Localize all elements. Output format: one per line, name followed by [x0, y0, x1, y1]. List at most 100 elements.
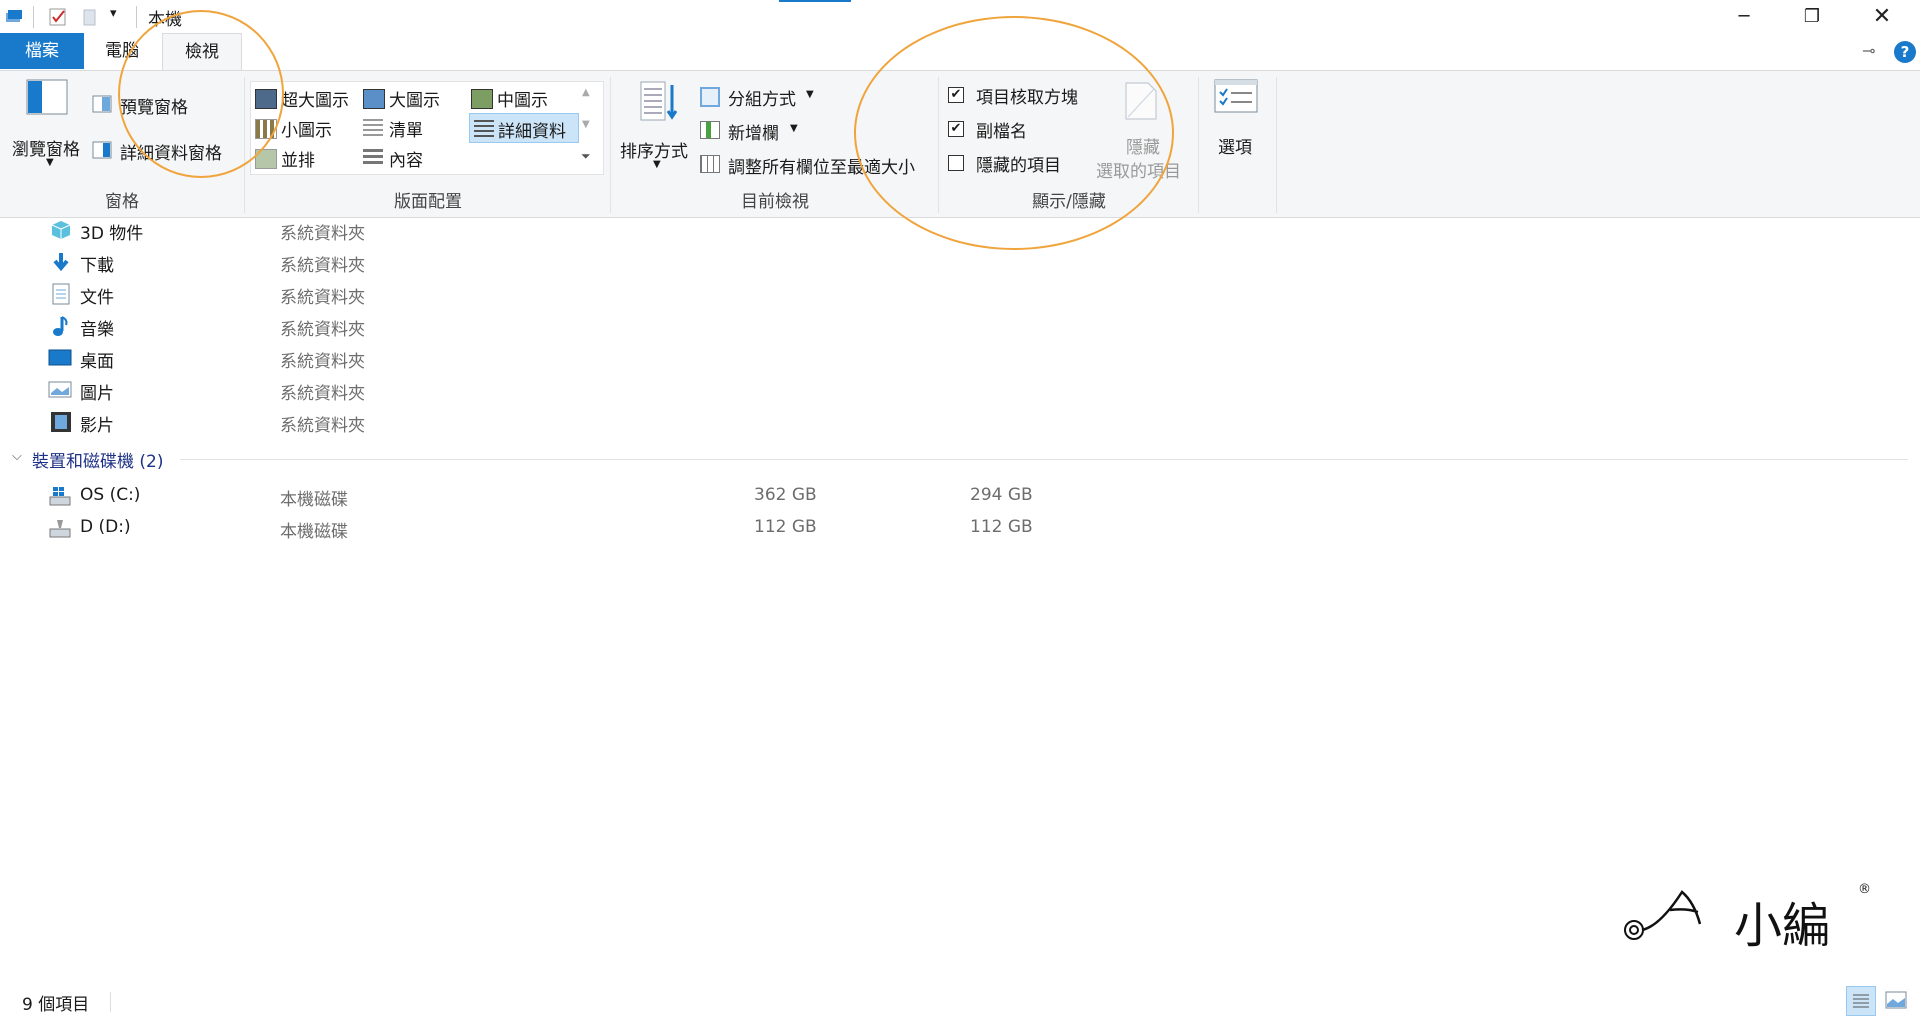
medium-icons-icon — [471, 89, 493, 109]
details-pane-button[interactable]: 詳細資料窗格 — [92, 137, 242, 164]
item-name: 圖片 — [80, 384, 114, 404]
details-view-icon — [1853, 994, 1869, 1008]
list-item-drive-d[interactable]: D (D:) 本機磁碟 112 GB 112 GB — [40, 515, 1040, 545]
layout-extra-large-icons[interactable]: 超大圖示 — [255, 86, 355, 111]
item-name: D (D:) — [80, 517, 131, 537]
tiles-label: 並排 — [281, 151, 315, 171]
hidden-items-checkbox[interactable] — [948, 155, 964, 171]
item-type: 系統資料夾 — [280, 320, 365, 340]
layout-gallery: 超大圖示 大圖示 中圖示 小圖示 清單 詳細資料 並排 內容 — [250, 81, 604, 175]
drive-total-size: 112 GB — [754, 517, 817, 537]
list-label: 清單 — [389, 121, 423, 141]
options-label: 選項 — [1218, 138, 1252, 158]
options-button[interactable]: 選項 — [1202, 77, 1272, 177]
chevron-down-icon: ▼ — [653, 159, 661, 170]
minimize-button[interactable]: ─ — [1714, 0, 1774, 33]
pictures-icon — [48, 381, 72, 398]
hard-drive-icon — [49, 520, 71, 538]
extra-large-icons-icon — [255, 89, 277, 109]
add-columns-label: 新增欄 — [728, 124, 779, 144]
size-columns-icon — [700, 155, 720, 173]
ribbon: 瀏覽窗格 ▼ 預覽窗格 詳細資料窗格 窗格 超大圖示 大圖示 中圖示 小圖示 清… — [0, 70, 1920, 218]
film-icon — [51, 412, 71, 432]
large-icons-view-icon — [1885, 991, 1907, 1009]
group-label-current-view: 目前檢視 — [741, 192, 809, 212]
restore-button[interactable]: ❐ — [1782, 0, 1842, 33]
item-type: 本機磁碟 — [280, 490, 348, 510]
group-separator — [938, 77, 939, 213]
group-separator — [610, 77, 611, 213]
list-item-pictures[interactable]: 圖片 系統資料夾 — [40, 377, 1040, 407]
size-columns-button[interactable]: 調整所有欄位至最適大小 — [700, 151, 934, 178]
new-folder-icon[interactable] — [80, 7, 100, 27]
group-by-label: 分組方式 — [728, 90, 796, 110]
add-columns-button[interactable]: 新增欄 ▼ — [700, 117, 820, 144]
item-checkboxes-checkbox[interactable]: ✔ — [948, 87, 964, 103]
chevron-down-icon: ▼ — [806, 89, 814, 100]
group-by-button[interactable]: 分組方式 ▼ — [700, 83, 820, 110]
hide-selected-items-button[interactable]: 隱藏 選取的項目 — [1094, 81, 1194, 182]
explorer-app-icon — [6, 10, 22, 22]
windows-drive-icon — [49, 487, 71, 506]
gallery-scroll-up-icon[interactable]: ▲ — [582, 87, 590, 98]
layout-content[interactable]: 內容 — [363, 146, 463, 171]
navigation-pane-icon — [26, 79, 68, 115]
registered-mark-icon: ® — [1858, 882, 1871, 897]
layout-small-icons[interactable]: 小圖示 — [255, 116, 355, 141]
list-item-downloads[interactable]: 下載 系統資料夾 — [40, 249, 1040, 279]
close-button[interactable]: ✕ — [1852, 0, 1912, 33]
list-item-desktop[interactable]: 桌面 系統資料夾 — [40, 345, 1040, 375]
list-item-3d-objects[interactable]: 3D 物件 系統資料夾 — [40, 217, 1040, 247]
hide-selected-label-1: 隱藏 — [1126, 138, 1160, 158]
extra-large-icons-label: 超大圖示 — [281, 91, 349, 111]
item-name: 3D 物件 — [80, 224, 144, 244]
layout-tiles[interactable]: 並排 — [255, 146, 355, 171]
status-item-count: 9 個項目 — [22, 995, 90, 1015]
large-icons-view-button[interactable] — [1882, 986, 1910, 1014]
title-bar: ▾ 本機 ─ ❐ ✕ — [0, 0, 1920, 33]
list-item-drive-c[interactable]: OS (C:) 本機磁碟 362 GB 294 GB — [40, 483, 1040, 513]
group-layout: 超大圖示 大圖示 中圖示 小圖示 清單 詳細資料 並排 內容 ▲ ▼ ⏷ 版面配… — [246, 71, 610, 217]
devices-group-header[interactable]: ⌵ 裝置和磁碟機 (2) — [8, 445, 1908, 475]
file-extensions-checkbox[interactable]: ✔ — [948, 121, 964, 137]
list-item-videos[interactable]: 影片 系統資料夾 — [40, 409, 1040, 439]
item-type: 系統資料夾 — [280, 288, 365, 308]
pin-ribbon-icon[interactable]: ⊸ — [1862, 41, 1875, 60]
document-icon — [52, 283, 70, 305]
layout-details[interactable]: 詳細資料 — [469, 113, 579, 143]
gallery-scroll-down-icon[interactable]: ▼ — [582, 119, 590, 130]
layout-list[interactable]: 清單 — [363, 116, 463, 141]
customize-toolbar-chevron-icon[interactable]: ▾ — [110, 6, 117, 21]
options-icon — [1214, 79, 1258, 113]
item-checkboxes-toggle[interactable]: ✔ 項目核取方塊 — [948, 83, 1088, 108]
large-icons-label: 大圖示 — [389, 91, 440, 111]
item-name: OS (C:) — [80, 485, 141, 505]
layout-large-icons[interactable]: 大圖示 — [363, 86, 463, 111]
group-by-icon — [700, 87, 720, 107]
list-item-music[interactable]: 音樂 系統資料夾 — [40, 313, 1040, 343]
drive-total-size: 362 GB — [754, 485, 817, 505]
group-label-show-hide: 顯示/隱藏 — [1032, 192, 1106, 212]
download-arrow-icon — [53, 253, 69, 272]
list-item-documents[interactable]: 文件 系統資料夾 — [40, 281, 1040, 311]
hidden-items-toggle[interactable]: 隱藏的項目 — [948, 151, 1088, 176]
help-icon[interactable]: ? — [1894, 41, 1916, 63]
chevron-down-icon: ⌵ — [12, 449, 22, 464]
preview-pane-button[interactable]: 預覽窗格 — [92, 91, 232, 118]
details-view-button[interactable] — [1846, 986, 1876, 1016]
gallery-expand-icon[interactable]: ⏷ — [581, 149, 591, 164]
group-show-hide: ✔ 項目核取方塊 ✔ 副檔名 隱藏的項目 隱藏 選取的項目 顯示/隱藏 — [940, 71, 1198, 217]
tab-file[interactable]: 檔案 — [0, 33, 84, 69]
properties-check-icon[interactable] — [48, 7, 68, 27]
item-type: 系統資料夾 — [280, 224, 365, 244]
layout-medium-icons[interactable]: 中圖示 — [471, 86, 571, 111]
spiral-signature-icon — [1624, 890, 1702, 940]
divider — [33, 6, 34, 28]
sort-by-icon — [640, 81, 678, 121]
file-extensions-toggle[interactable]: ✔ 副檔名 — [948, 117, 1088, 142]
sort-by-button[interactable]: 排序方式 ▼ — [618, 77, 692, 177]
tab-computer[interactable]: 電腦 — [92, 33, 152, 69]
navigation-pane-button[interactable]: 瀏覽窗格 ▼ — [8, 77, 88, 177]
tab-view[interactable]: 檢視 — [162, 33, 242, 71]
group-separator — [1198, 77, 1199, 213]
